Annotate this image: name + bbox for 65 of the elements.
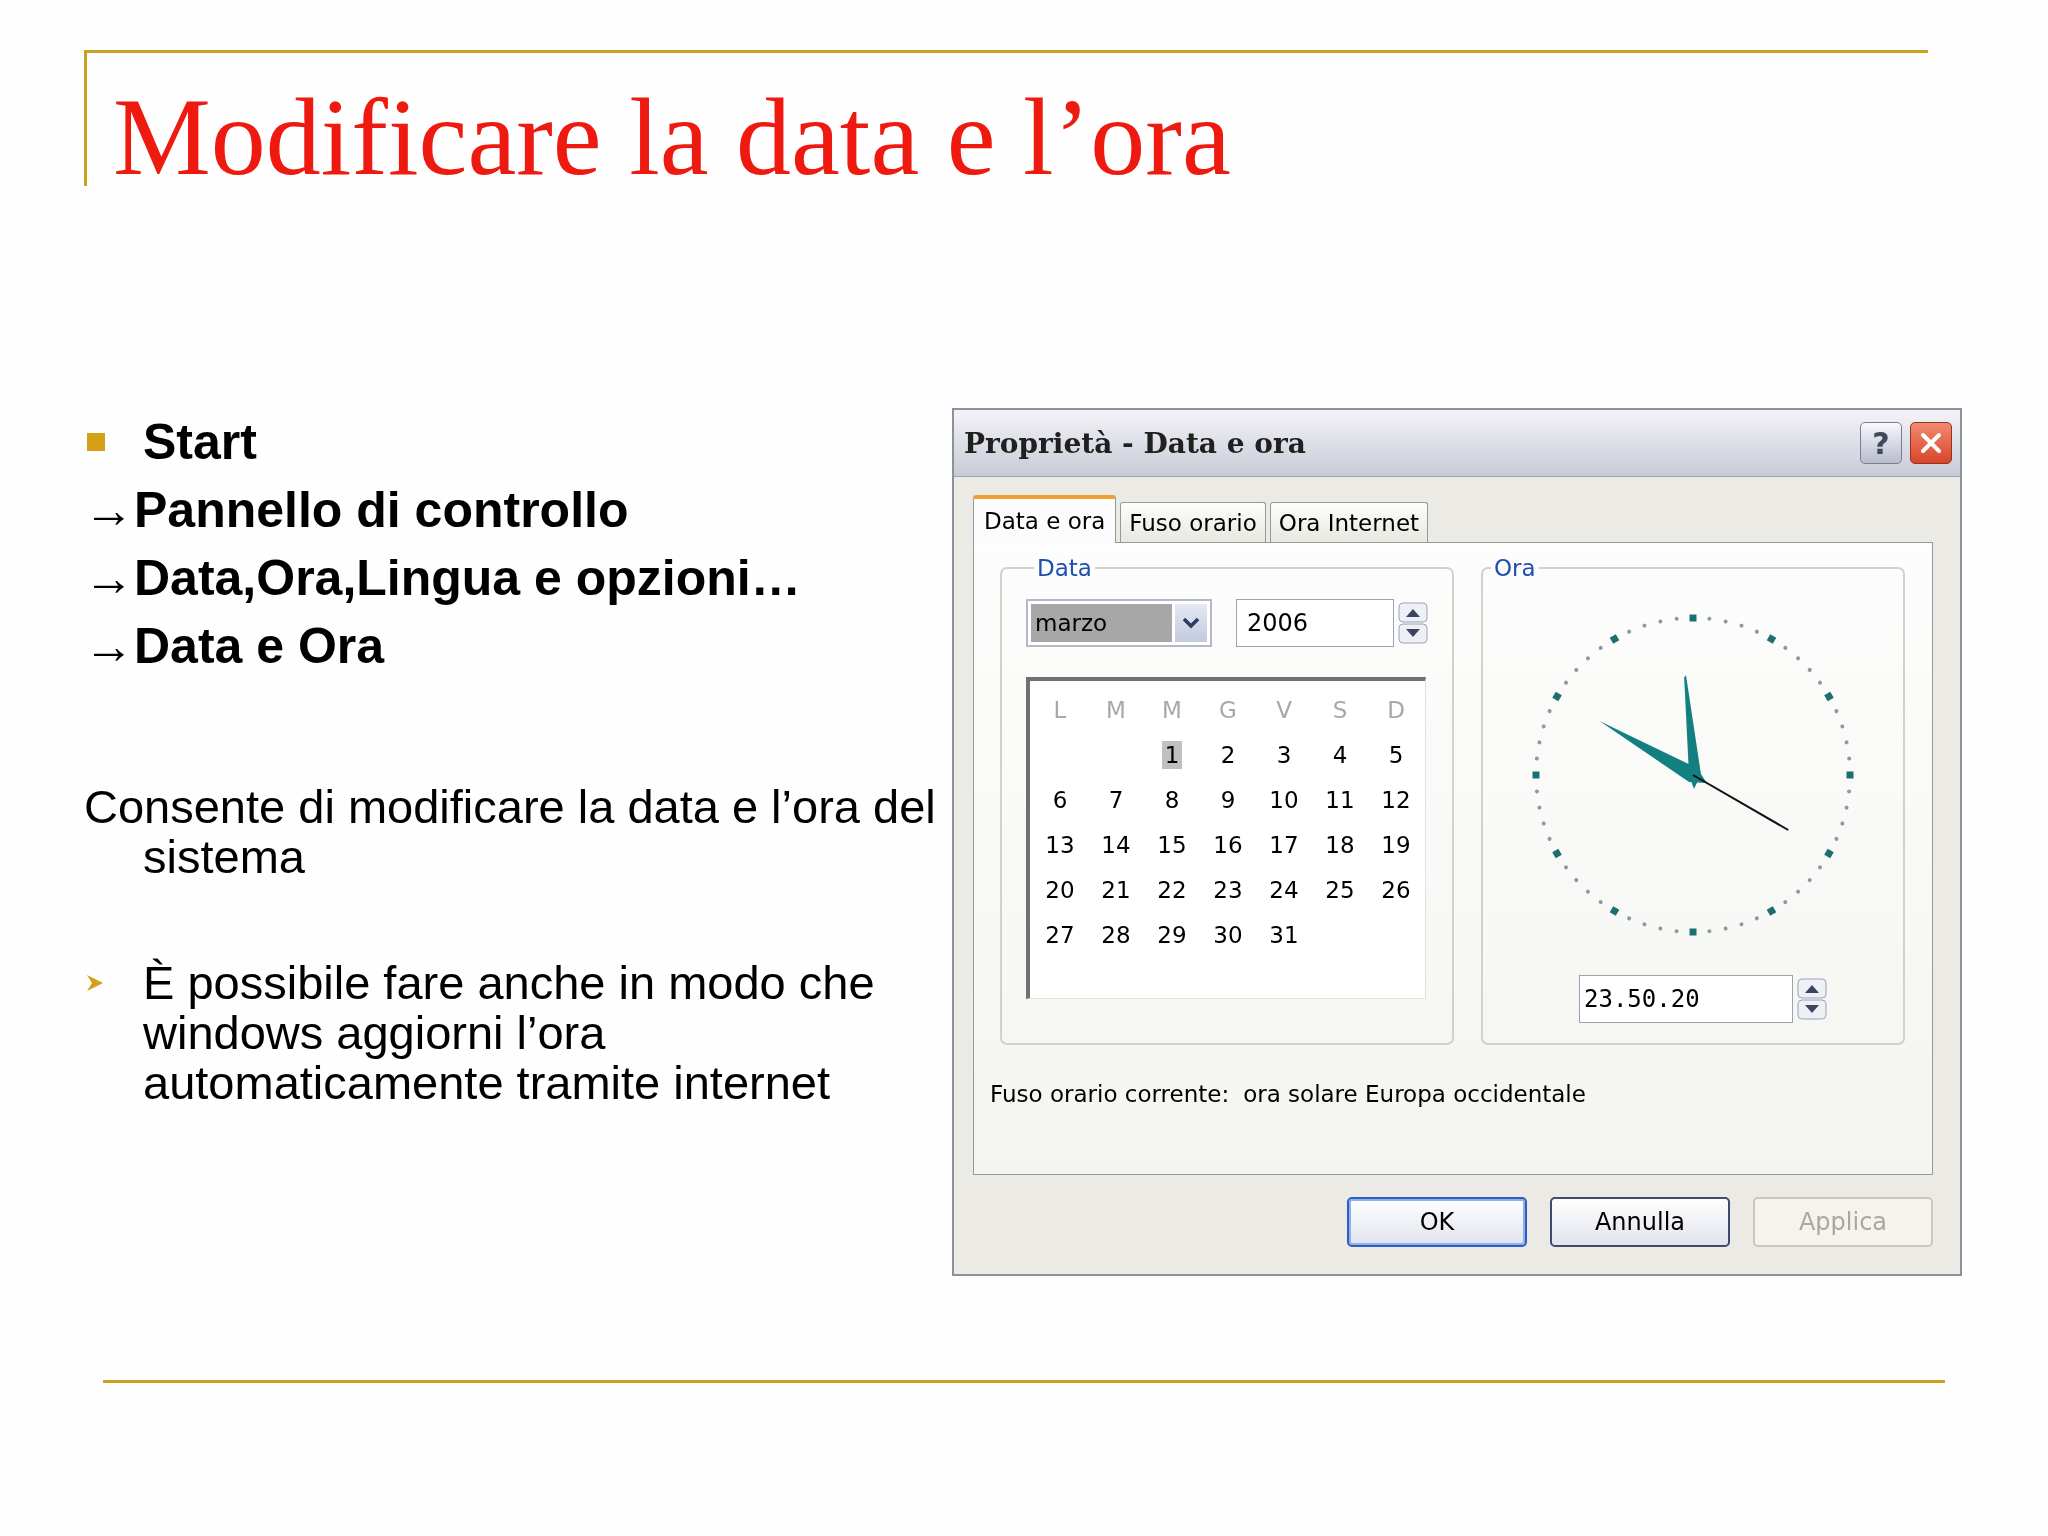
- day-cell[interactable]: 28: [1098, 920, 1134, 949]
- day-cell[interactable]: 26: [1378, 875, 1414, 904]
- tab[interactable]: Data e ora: [973, 495, 1117, 543]
- day-cell[interactable]: 16: [1210, 830, 1246, 859]
- day-cell[interactable]: 14: [1098, 830, 1134, 859]
- step-text: →Data,Ora,Lingua e opzioni…: [84, 549, 801, 607]
- day-cell[interactable]: 8: [1161, 785, 1183, 814]
- step-text: →Data e Ora: [84, 617, 385, 675]
- square-bullet-icon: [87, 433, 105, 451]
- weekday-label: G: [1218, 695, 1238, 724]
- day-cell[interactable]: 15: [1154, 830, 1190, 859]
- day-cell[interactable]: 25: [1322, 875, 1358, 904]
- day-cell[interactable]: 18: [1322, 830, 1358, 859]
- day-cell[interactable]: 19: [1378, 830, 1414, 859]
- dropdown-caret-icon: [1175, 604, 1207, 642]
- day-cell[interactable]: 12: [1378, 785, 1414, 814]
- paragraph: È possibile fare anche in modo che windows aggiorni l’ora automaticamente tramite internet: [143, 958, 876, 1108]
- day-cell[interactable]: 27: [1042, 920, 1078, 949]
- day-cell[interactable]: 9: [1217, 785, 1239, 814]
- day-cell[interactable]: 5: [1385, 740, 1407, 769]
- day-cell[interactable]: 1: [1161, 740, 1183, 769]
- tab[interactable]: Fuso orario: [1120, 502, 1266, 542]
- day-cell[interactable]: 17: [1266, 830, 1302, 859]
- time-field[interactable]: 23.50.20: [1579, 975, 1793, 1023]
- timezone-label: Fuso orario corrente:: [990, 1081, 1230, 1107]
- step-text: Start: [143, 413, 257, 471]
- spin-button[interactable]: [1398, 602, 1428, 644]
- weekday-label: S: [1331, 695, 1349, 724]
- timezone-value: ora solare Europa occidentale: [1243, 1081, 1586, 1107]
- weekday-label: M: [1161, 695, 1183, 724]
- group-label: Ora: [1493, 555, 1537, 581]
- day-cell[interactable]: 4: [1329, 740, 1351, 769]
- weekday-label: L: [1052, 695, 1068, 724]
- weekday-label: M: [1105, 695, 1127, 724]
- weekday-label: V: [1275, 695, 1293, 724]
- day-cell[interactable]: 24: [1266, 875, 1302, 904]
- month-dropdown[interactable]: marzo: [1026, 599, 1212, 647]
- day-cell[interactable]: 3: [1273, 740, 1295, 769]
- day-cell[interactable]: 20: [1042, 875, 1078, 904]
- day-cell[interactable]: 21: [1098, 875, 1134, 904]
- day-cell[interactable]: 6: [1049, 785, 1071, 814]
- spin-button[interactable]: [1797, 978, 1827, 1020]
- day-cell[interactable]: 2: [1217, 740, 1239, 769]
- day-cell[interactable]: 23: [1210, 875, 1246, 904]
- close-button[interactable]: [1910, 422, 1952, 464]
- day-cell[interactable]: 30: [1210, 920, 1246, 949]
- weekday-label: D: [1386, 695, 1406, 724]
- paragraph: Consente di modificare la data e l’ora del sistema: [84, 782, 937, 882]
- day-cell[interactable]: 10: [1266, 785, 1302, 814]
- day-cell[interactable]: 31: [1266, 920, 1302, 949]
- day-cell[interactable]: 22: [1154, 875, 1190, 904]
- close-icon: [1918, 430, 1944, 456]
- window-title: Proprietà - Data e ora: [964, 426, 1307, 460]
- dialog-button[interactable]: OK: [1347, 1197, 1527, 1247]
- slide-title: Modificare la data e l’ora: [112, 75, 1232, 200]
- year-field[interactable]: 2006: [1236, 599, 1394, 647]
- dialog-button[interactable]: Annulla: [1550, 1197, 1730, 1247]
- day-cell[interactable]: 7: [1105, 785, 1127, 814]
- day-cell[interactable]: 29: [1154, 920, 1190, 949]
- day-cell[interactable]: 13: [1042, 830, 1078, 859]
- day-cell[interactable]: 11: [1322, 785, 1358, 814]
- step-text: →Pannello di controllo: [84, 481, 629, 539]
- help-button[interactable]: ?: [1860, 422, 1902, 464]
- tab[interactable]: Ora Internet: [1269, 502, 1429, 542]
- group-label: Data: [1036, 555, 1093, 581]
